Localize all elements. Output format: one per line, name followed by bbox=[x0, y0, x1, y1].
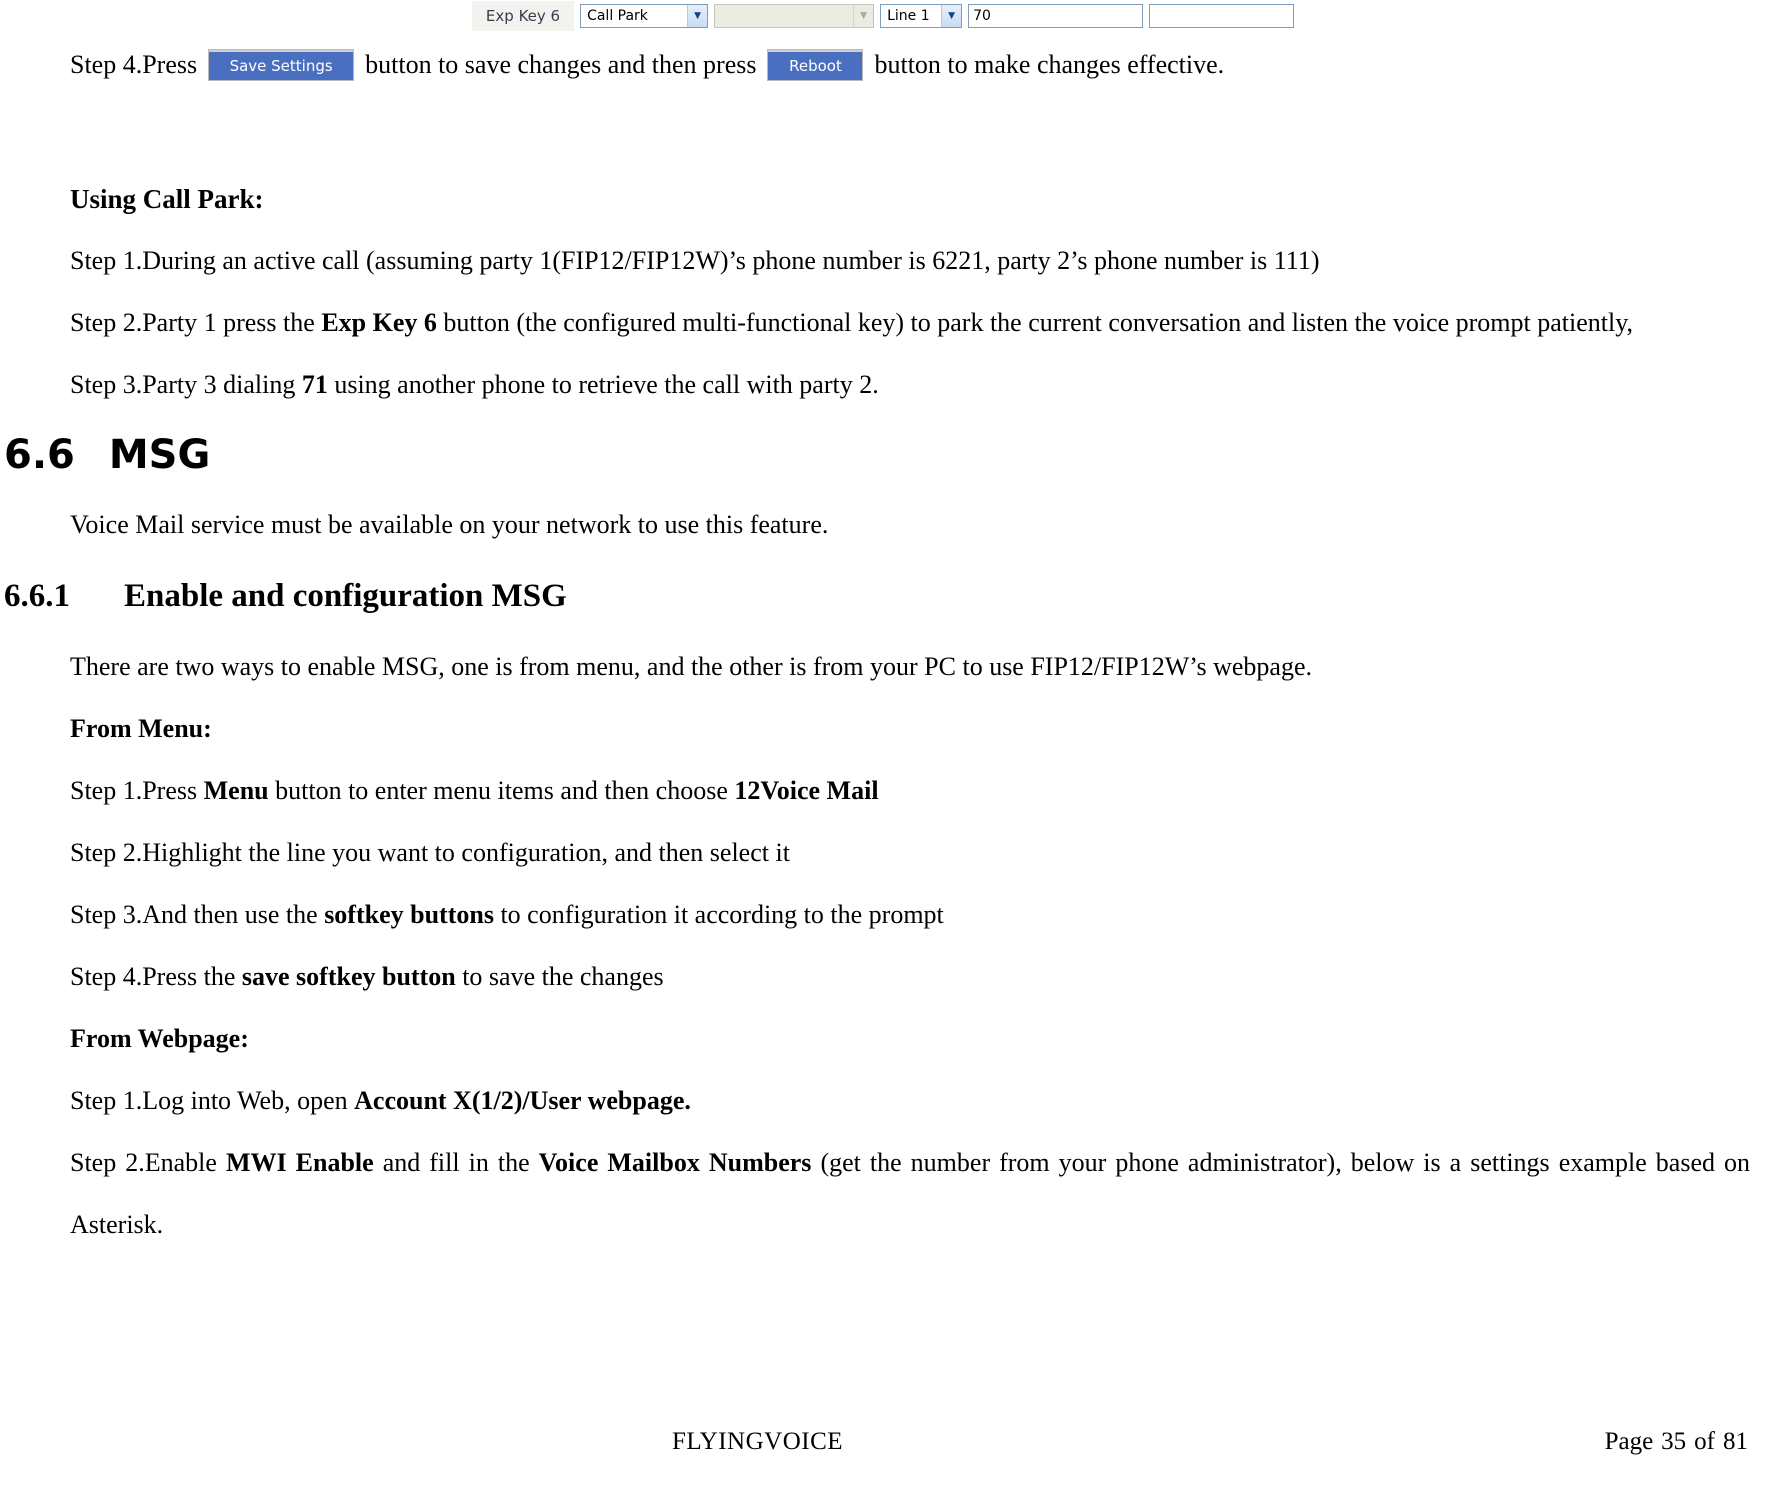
menu-step3-bold-softkey: softkey buttons bbox=[324, 900, 494, 929]
msg-intro-paragraph: Voice Mail service must be available on … bbox=[70, 510, 829, 539]
from-menu-heading: From Menu: bbox=[70, 714, 212, 743]
web-step2-a: Step 2.Enable bbox=[70, 1148, 226, 1177]
subsection-number: 6.6.1 bbox=[4, 578, 70, 614]
step2-exp-key-bold: Exp Key 6 bbox=[321, 308, 437, 337]
using-call-park-step3: Step 3.Party 3 dialing 71 using another … bbox=[0, 354, 1766, 416]
chevron-down-icon: ▼ bbox=[853, 5, 874, 27]
using-call-park-heading: Using Call Park: bbox=[70, 184, 264, 214]
document-body: Step 4.Press Save Settings button to sav… bbox=[0, 34, 1766, 1256]
step3-text-b: using another phone to retrieve the call… bbox=[327, 370, 879, 399]
footer-page-number: Page 35 of 81 bbox=[1601, 1428, 1752, 1456]
exp-key-config-row: Exp Key 6 Call Park ▼ ▼ Line 1 ▼ 70 bbox=[0, 0, 1766, 32]
using-call-park-step2: Step 2.Party 1 press the Exp Key 6 butto… bbox=[0, 292, 1766, 354]
footer-page-word: Page bbox=[1604, 1428, 1654, 1455]
menu-step1-a: Step 1.Press bbox=[70, 776, 204, 805]
footer-of-word: of bbox=[1694, 1428, 1715, 1455]
web-step1: Step 1.Log into Web, open Account X(1/2)… bbox=[0, 1070, 1766, 1132]
section-title: MSG bbox=[108, 432, 211, 478]
step3-text-a: Step 3.Party 3 dialing bbox=[70, 370, 302, 399]
page-footer: FLYINGVOICE Page 35 of 81 bbox=[0, 1414, 1766, 1474]
reboot-button[interactable]: Reboot bbox=[768, 50, 863, 80]
line-select[interactable]: Line 1 ▼ bbox=[880, 4, 963, 28]
menu-step3-b: to configuration it according to the pro… bbox=[493, 900, 944, 929]
menu-step4-bold-save: save softkey button bbox=[241, 962, 456, 991]
chevron-down-icon: ▼ bbox=[941, 5, 962, 27]
from-webpage-heading: From Webpage: bbox=[70, 1024, 249, 1053]
key-type-select[interactable]: Call Park ▼ bbox=[580, 4, 709, 28]
menu-step2: Step 2.Highlight the line you want to co… bbox=[70, 838, 790, 867]
key-extension-input[interactable] bbox=[1149, 4, 1295, 28]
web-step2: Step 2.Enable MWI Enable and fill in the… bbox=[0, 1132, 1766, 1256]
save-settings-button[interactable]: Save Settings bbox=[209, 50, 354, 80]
web-step2-bold-mailbox: Voice Mailbox Numbers bbox=[538, 1148, 812, 1177]
step4-middle: button to save changes and then press bbox=[365, 50, 757, 79]
menu-step1: Step 1.Press Menu button to enter menu i… bbox=[0, 760, 1766, 822]
web-step2-b: and fill in the bbox=[373, 1148, 539, 1177]
step2-text-b: button (the configured multi-functional … bbox=[436, 308, 1634, 337]
menu-step1-b: button to enter menu items and then choo… bbox=[268, 776, 735, 805]
section-heading-msg: 6.6 MSG bbox=[0, 416, 1766, 494]
step3-code-bold: 71 bbox=[301, 370, 328, 399]
using-call-park-step1: Step 1.During an active call (assuming p… bbox=[70, 246, 1320, 275]
msg-subsection-intro: There are two ways to enable MSG, one is… bbox=[70, 652, 1313, 681]
exp-key-row-label: Exp Key 6 bbox=[471, 1, 575, 31]
footer-current-page: 35 bbox=[1661, 1428, 1687, 1455]
menu-step3: Step 3.And then use the softkey buttons … bbox=[0, 884, 1766, 946]
web-step2-bold-mwi: MWI Enable bbox=[225, 1148, 374, 1177]
step4-paragraph: Step 4.Press Save Settings button to sav… bbox=[0, 34, 1766, 96]
menu-step1-bold-menu: Menu bbox=[203, 776, 269, 805]
section-number: 6.6 bbox=[4, 432, 75, 478]
footer-total-pages: 81 bbox=[1723, 1428, 1748, 1455]
step2-text-a: Step 2.Party 1 press the bbox=[70, 308, 322, 337]
key-value-input[interactable]: 70 bbox=[968, 4, 1144, 28]
key-type-select-value: Call Park bbox=[587, 8, 648, 24]
line-select-value: Line 1 bbox=[887, 8, 930, 24]
menu-step4: Step 4.Press the save softkey button to … bbox=[0, 946, 1766, 1008]
subsection-heading-enable-config-msg: 6.6.1 Enable and configuration MSG bbox=[0, 556, 1766, 636]
subsection-title: Enable and configuration MSG bbox=[124, 578, 567, 614]
web-step1-bold-account: Account X(1/2)/User webpage. bbox=[354, 1086, 691, 1115]
step4-prefix: Step 4.Press bbox=[70, 50, 198, 79]
menu-step3-a: Step 3.And then use the bbox=[70, 900, 325, 929]
menu-step4-b: to save the changes bbox=[455, 962, 664, 991]
chevron-down-icon: ▼ bbox=[687, 5, 708, 27]
footer-company-name: FLYINGVOICE bbox=[672, 1428, 844, 1455]
web-step1-a: Step 1.Log into Web, open bbox=[70, 1086, 355, 1115]
menu-step4-a: Step 4.Press the bbox=[70, 962, 242, 991]
step4-suffix: button to make changes effective. bbox=[874, 50, 1225, 79]
secondary-select[interactable]: ▼ bbox=[714, 4, 875, 28]
menu-step1-bold-voicemail: 12Voice Mail bbox=[734, 776, 879, 805]
